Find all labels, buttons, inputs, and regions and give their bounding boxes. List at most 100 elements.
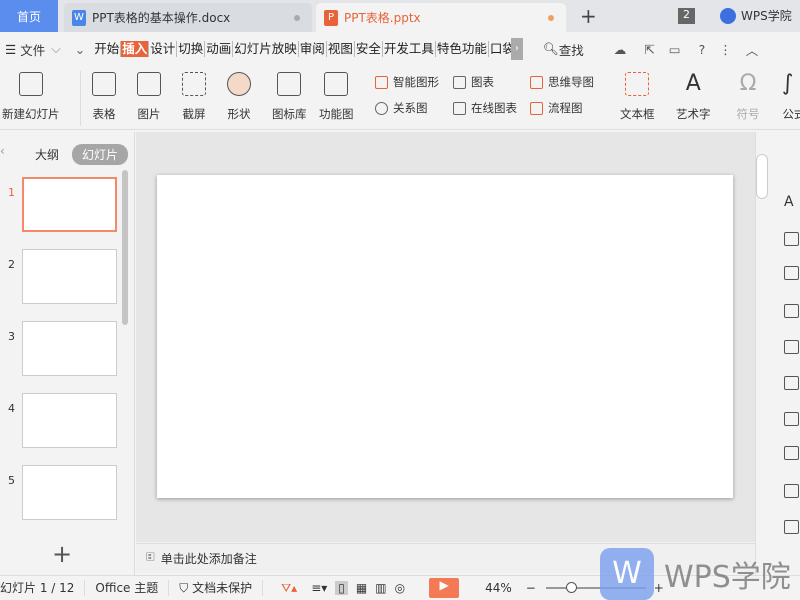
unsaved-dot-icon[interactable] <box>548 14 554 21</box>
menu-slideshow[interactable]: 幻灯片放映 <box>233 41 299 57</box>
presenter-view-icon[interactable]: ◎ <box>395 581 405 595</box>
notes-placeholder: 单击此处添加备注 <box>160 552 257 566</box>
menu-pocket[interactable]: 口袋 <box>489 41 511 57</box>
menu-view[interactable]: 视图 <box>327 41 355 57</box>
play-slideshow-button[interactable]: ▶ <box>429 578 460 598</box>
menu-transition[interactable]: 切换 <box>177 41 206 57</box>
fill-icon[interactable]: A <box>784 194 799 210</box>
relation-chart-button[interactable]: 关系图 <box>375 100 428 116</box>
quick-access-dropdown-icon[interactable]: ⌄ <box>75 42 85 57</box>
window-count-badge[interactable]: 2 <box>678 8 695 24</box>
tab-ppt[interactable]: P PPT表格.pptx <box>316 3 566 32</box>
add-slide-plus-icon[interactable]: + <box>52 540 72 568</box>
chart-icon[interactable] <box>784 304 799 318</box>
theme-name[interactable]: Office 主题 <box>85 580 170 596</box>
new-tab-plus-icon[interactable]: + <box>580 4 597 28</box>
tab-outline[interactable]: 大纲 <box>35 146 59 163</box>
collapse-panel-icon[interactable]: ‹ <box>0 144 5 158</box>
slide-number: 2 <box>8 258 15 271</box>
shape-style-icon[interactable] <box>784 162 799 176</box>
file-menu[interactable]: 文件 <box>20 40 45 59</box>
tab-slides[interactable]: 幻灯片 <box>72 144 129 165</box>
tab-doc[interactable]: W PPT表格的基本操作.docx <box>64 3 312 32</box>
adjust-icon[interactable] <box>784 340 799 354</box>
protect-status[interactable]: ⛉ 文档未保护 <box>169 580 264 596</box>
flowchart-icon <box>530 101 543 115</box>
slide-thumbnail-1[interactable] <box>22 177 117 232</box>
sorter-view-icon[interactable]: ▦ <box>356 581 367 595</box>
new-slide-button[interactable]: 新建幻灯片 <box>2 72 60 122</box>
slide-thumbnail-2[interactable] <box>22 249 117 304</box>
function-chart-button[interactable]: 功能图 <box>319 72 354 122</box>
menu-design[interactable]: 设计 <box>149 41 178 57</box>
audio-icon[interactable] <box>784 520 799 534</box>
watermark-text: WPS学院 <box>664 560 791 595</box>
chevron-down-icon[interactable]: ⌵ <box>51 41 60 57</box>
menu-start[interactable]: 开始 <box>93 41 122 57</box>
menu-features[interactable]: 特色功能 <box>436 41 489 57</box>
more-tools-icon[interactable] <box>784 446 799 460</box>
reading-view-icon[interactable]: ▥ <box>375 581 386 595</box>
mindmap-button[interactable]: 思维导图 <box>530 74 594 90</box>
zoom-level[interactable]: 44% <box>485 581 512 595</box>
zoom-out-icon[interactable]: − <box>526 581 536 595</box>
textbox-icon <box>625 72 650 96</box>
image-icon[interactable] <box>784 484 799 498</box>
share-icon[interactable]: ⇱ <box>644 42 654 57</box>
menu-scroll-right[interactable]: › <box>510 38 523 60</box>
slide-canvas[interactable] <box>157 175 733 498</box>
menu-review[interactable]: 审阅 <box>299 41 327 57</box>
ppt-file-icon: P <box>324 9 338 26</box>
account-button[interactable]: WPS学院 <box>720 7 792 24</box>
new-slide-icon <box>18 72 43 96</box>
picture-icon[interactable] <box>784 376 799 390</box>
icon-library-icon <box>277 72 302 96</box>
wordart-button[interactable]: A 艺术字 <box>676 72 711 122</box>
screenshot-button[interactable]: 截屏 <box>182 72 206 122</box>
collab-icon[interactable]: ▭ <box>669 42 681 57</box>
table-button[interactable]: 表格 <box>92 72 116 122</box>
help-icon[interactable]: ? <box>699 42 706 57</box>
cloud-sync-icon[interactable]: ☁ <box>614 42 627 57</box>
slide-number: 3 <box>8 330 15 343</box>
icon-library-button[interactable]: 图标库 <box>272 72 307 122</box>
menu-security[interactable]: 安全 <box>355 41 383 57</box>
chart-button[interactable]: 图表 <box>453 74 494 90</box>
slide-number: 1 <box>8 186 15 199</box>
export-icon[interactable] <box>784 412 799 426</box>
hamburger-icon[interactable]: ☰ <box>5 42 16 57</box>
slide-thumbnail-3[interactable] <box>22 321 117 376</box>
notes-toggle-icon[interactable]: ≡▾ <box>311 581 327 595</box>
vertical-scrollbar[interactable] <box>756 154 768 199</box>
more-icon[interactable]: ⋮ <box>719 42 732 57</box>
normal-view-icon[interactable]: ▯ <box>335 581 348 595</box>
table-icon[interactable] <box>784 232 799 246</box>
menu-devtools[interactable]: 开发工具 <box>383 41 436 57</box>
smart-shape-button[interactable]: 智能图形 <box>375 74 439 90</box>
menu-insert[interactable]: 插入 <box>121 41 150 57</box>
slide-thumbnail-5[interactable] <box>22 465 117 520</box>
symbol-button[interactable]: Ω 符号 <box>736 72 760 122</box>
watermark-logo: W WPS学院 <box>600 548 800 600</box>
online-chart-button[interactable]: 在线图表 <box>453 100 517 116</box>
omega-icon: Ω <box>739 71 757 96</box>
close-dot-icon[interactable] <box>294 14 300 21</box>
beautify-icon[interactable]: ⛛▴ <box>281 581 297 596</box>
search-button[interactable]: 查找 <box>559 40 584 59</box>
formula-button[interactable]: ∫ 公式 <box>782 72 800 122</box>
grid-icon[interactable] <box>784 266 799 280</box>
flowchart-button[interactable]: 流程图 <box>530 100 583 116</box>
tab-home[interactable]: 首页 <box>0 0 58 32</box>
smart-shape-icon <box>375 75 388 89</box>
menu-bar: ☰ 文件 ⌵ ⌄ 开始 插入 设计 切换 动画 幻灯片放映 审阅 视图 安全 开… <box>0 32 800 66</box>
search-icon[interactable]: 🔍︎ <box>543 41 559 57</box>
panel-scrollbar[interactable] <box>122 170 128 325</box>
collapse-ribbon-icon[interactable]: ︿ <box>746 40 759 59</box>
note-icon: 🗉 <box>146 550 155 564</box>
slide-thumbnail-4[interactable] <box>22 393 117 448</box>
shape-button[interactable]: 形状 <box>227 72 251 122</box>
textbox-button[interactable]: 文本框 <box>620 72 655 122</box>
zoom-slider-handle[interactable] <box>565 582 577 593</box>
picture-button[interactable]: 图片 <box>137 72 161 122</box>
menu-animation[interactable]: 动画 <box>205 41 234 57</box>
